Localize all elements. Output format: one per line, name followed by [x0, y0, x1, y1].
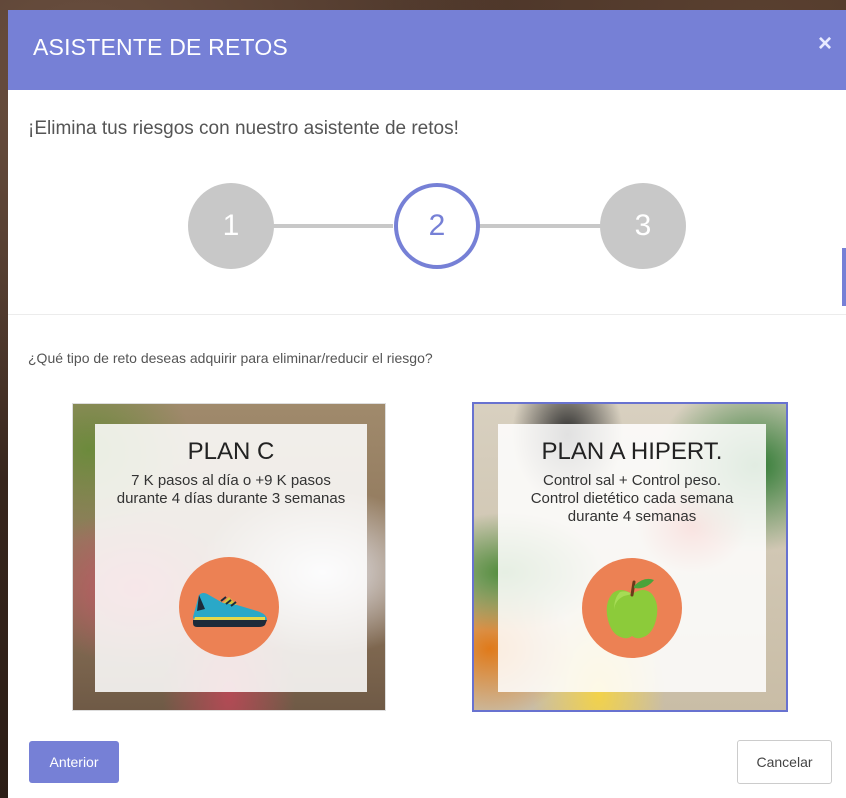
modal-header: ASISTENTE DE RETOS × — [8, 10, 846, 90]
step-2[interactable]: 2 — [394, 183, 480, 269]
step-1[interactable]: 1 — [188, 183, 274, 269]
step-connector — [479, 224, 603, 228]
plan-description: 7 K pasos al día o +9 K pasos durante 4 … — [116, 472, 346, 507]
plan-title: PLAN C — [187, 438, 275, 465]
plan-card-panel: PLAN C 7 K pasos al día o +9 K pasos dur… — [95, 424, 367, 692]
step-connector — [269, 224, 393, 228]
modal-subtitle: ¡Elimina tus riesgos con nuestro asisten… — [28, 118, 459, 139]
close-icon[interactable]: × — [818, 32, 832, 56]
running-shoe-icon — [179, 557, 279, 657]
step-3[interactable]: 3 — [600, 183, 686, 269]
scrollbar-thumb[interactable] — [842, 248, 846, 306]
plan-title: PLAN A HIPERT. — [541, 438, 723, 465]
section-divider — [8, 314, 846, 315]
plan-description: Control sal + Control peso. Control diet… — [530, 472, 734, 525]
plan-card-panel: PLAN A HIPERT. Control sal + Control pes… — [498, 424, 766, 692]
plan-card-c[interactable]: PLAN C 7 K pasos al día o +9 K pasos dur… — [72, 403, 386, 711]
cancel-button[interactable]: Cancelar — [737, 740, 832, 784]
challenge-wizard-modal: ASISTENTE DE RETOS × ¡Elimina tus riesgo… — [8, 10, 846, 798]
plan-card-a-hipert[interactable]: PLAN A HIPERT. Control sal + Control pes… — [473, 403, 787, 711]
previous-button[interactable]: Anterior — [29, 741, 119, 783]
modal-title: ASISTENTE DE RETOS — [33, 34, 288, 60]
apple-icon — [582, 558, 682, 658]
challenge-question: ¿Qué tipo de reto deseas adquirir para e… — [28, 350, 433, 366]
wizard-stepper: 1 2 3 — [183, 183, 686, 269]
